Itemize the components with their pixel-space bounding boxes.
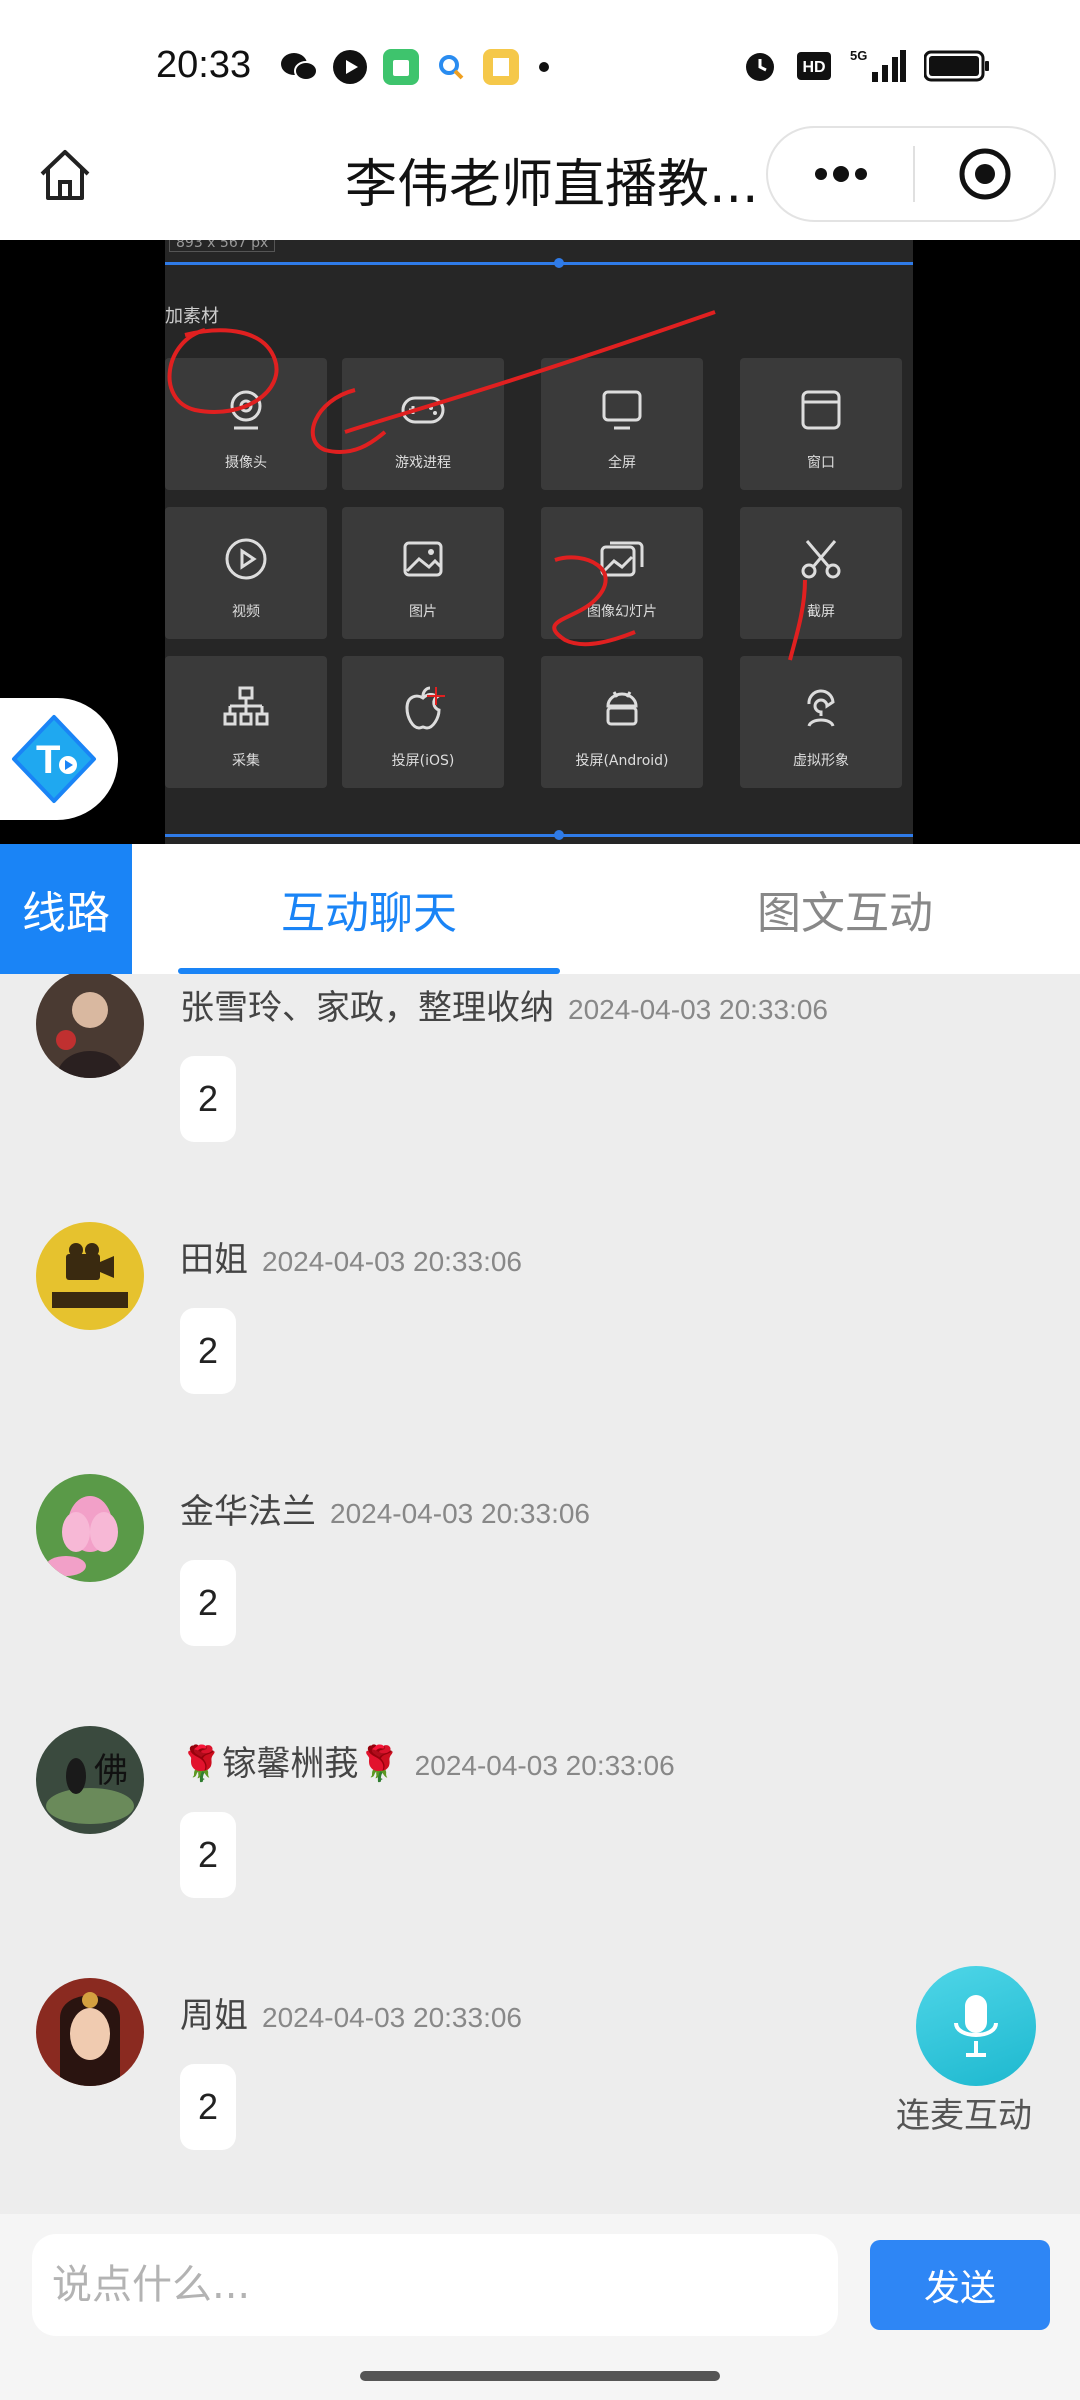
message-header: 🌹镓馨栦莪🌹 2024-04-03 20:33:06 <box>180 1736 675 1785</box>
sender-name: 田姐 <box>180 1240 248 1280</box>
avatar[interactable] <box>36 1978 144 2086</box>
notification-icons <box>280 48 554 86</box>
shop-app-icon <box>383 49 419 85</box>
status-time: 20:33 <box>156 44 252 86</box>
app-logo-icon: T <box>12 715 96 803</box>
message-bubble: 2 <box>180 1812 237 1898</box>
sender-name: 🌹镓馨栦莪🌹 <box>180 1744 401 1784</box>
battery-icon <box>924 50 989 82</box>
message-header: 金华法兰 2024-04-03 20:33:06 <box>180 1484 590 1533</box>
live-video-player[interactable]: 893 x 567 px 加素材 摄像头 游戏进程 全屏 窗口 视频 图片 图像… <box>0 240 1080 844</box>
wechat-icon <box>281 53 318 81</box>
svg-text:HD: HD <box>802 59 825 76</box>
chat-message: 佛 🌹镓馨栦莪🌹 2024-04-03 20:33:06 2 <box>0 1720 1080 1970</box>
avatar[interactable] <box>36 974 144 1078</box>
tab-graphic-label: 图文互动 <box>757 888 933 939</box>
chat-message: 田姐 2024-04-03 20:33:06 2 <box>0 1216 1080 1466</box>
red-annotation-drawing <box>167 310 807 705</box>
avatar-image <box>36 1978 144 2086</box>
avatar-image <box>36 1474 144 1582</box>
svg-text:5G: 5G <box>850 48 867 63</box>
send-button[interactable]: 发送 <box>870 2240 1050 2330</box>
svg-text:T: T <box>36 738 60 782</box>
sender-name: 周姐 <box>180 1996 248 2036</box>
hd-icon: HD <box>797 52 831 80</box>
avatar-image <box>36 1222 144 1330</box>
tab-graphic-interaction[interactable]: 图文互动 <box>650 844 1040 974</box>
tab-bar: 线路 互动聊天 图文互动 <box>0 844 1080 974</box>
video-app-icon <box>333 50 367 84</box>
mic-connect-label: 连麦互动 <box>896 2096 1032 2136</box>
message-time: 2024-04-03 20:33:06 <box>568 994 828 1025</box>
floating-logo-badge[interactable]: T <box>0 698 118 820</box>
chat-input-bar: 发送 <box>0 2214 1080 2354</box>
microphone-icon <box>954 1995 998 2057</box>
exit-button[interactable] <box>915 128 1054 220</box>
avatar[interactable] <box>36 1222 144 1330</box>
capsule-menu <box>766 126 1056 222</box>
message-bubble: 2 <box>180 2064 237 2150</box>
message-bubble: 2 <box>180 1056 237 1142</box>
home-indicator[interactable] <box>360 2371 720 2381</box>
message-bubble: 2 <box>180 1560 237 1646</box>
avatar-image: 佛 <box>36 1726 144 1834</box>
more-button[interactable] <box>768 128 913 220</box>
alarm-icon <box>746 53 774 81</box>
message-header: 周姐 2024-04-03 20:33:06 <box>180 1988 522 2037</box>
message-bubble: 2 <box>180 1308 237 1394</box>
message-time: 2024-04-03 20:33:06 <box>330 1498 590 1529</box>
line-switch-button[interactable]: 线路 <box>0 844 132 974</box>
sender-name: 张雪玲、家政，整理收纳 <box>180 988 554 1028</box>
home-icon <box>40 150 90 200</box>
chat-message: 金华法兰 2024-04-03 20:33:06 2 <box>0 1468 1080 1718</box>
search-app-icon <box>439 55 464 80</box>
message-header: 田姐 2024-04-03 20:33:06 <box>180 1232 522 1281</box>
avatar-image <box>36 974 144 1078</box>
system-icons: HD 5G <box>742 48 990 84</box>
exit-target-icon <box>959 148 1010 200</box>
message-time: 2024-04-03 20:33:06 <box>414 1750 675 1781</box>
avatar[interactable] <box>36 1474 144 1582</box>
mini-program-title-bar: 李伟老师直播教... <box>0 110 1080 240</box>
message-time: 2024-04-03 20:33:06 <box>262 1246 522 1277</box>
tab-interactive-chat[interactable]: 互动聊天 <box>178 844 560 974</box>
home-button[interactable] <box>30 140 100 210</box>
signal-5g-icon: 5G <box>850 48 906 82</box>
more-notifications-icon <box>539 62 549 72</box>
reader-app-icon <box>483 49 519 85</box>
avatar[interactable]: 佛 <box>36 1726 144 1834</box>
mic-connect-button[interactable] <box>916 1966 1036 2086</box>
svg-text:佛: 佛 <box>94 1751 128 1791</box>
page-title: 李伟老师直播教... <box>345 155 759 215</box>
chat-input[interactable] <box>32 2234 838 2336</box>
tab-chat-label: 互动聊天 <box>281 888 457 939</box>
shared-screen: 893 x 567 px 加素材 摄像头 游戏进程 全屏 窗口 视频 图片 图像… <box>165 240 913 844</box>
more-dots-icon <box>814 166 867 182</box>
message-header: 张雪玲、家政，整理收纳 2024-04-03 20:33:06 <box>180 980 828 1029</box>
chat-message: 张雪玲、家政，整理收纳 2024-04-03 20:33:06 2 <box>0 974 1080 1214</box>
message-time: 2024-04-03 20:33:06 <box>262 2002 522 2033</box>
sender-name: 金华法兰 <box>180 1492 316 1532</box>
